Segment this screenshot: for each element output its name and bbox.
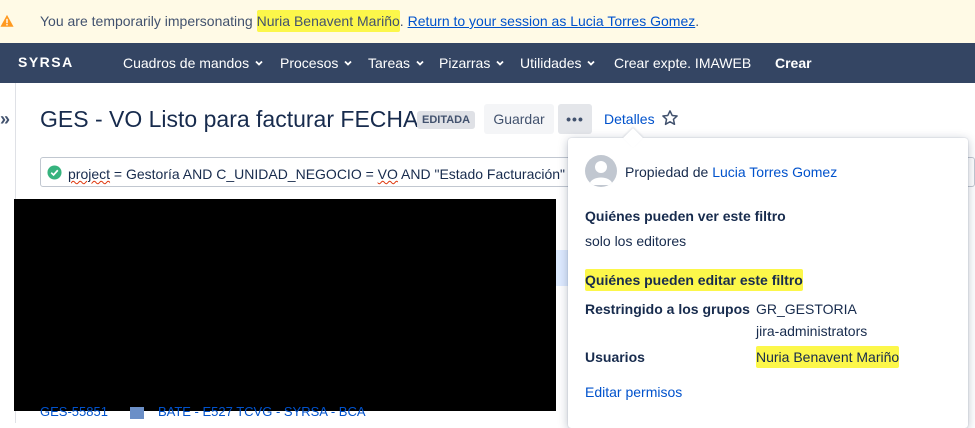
- jql-keyword-project: project: [68, 166, 111, 182]
- users-label: Usuarios: [585, 349, 645, 365]
- jql-part: AND "Estado Facturación" =: [397, 166, 578, 182]
- group-item: jira-administrators: [756, 323, 868, 339]
- expand-sidebar-icon[interactable]: »: [0, 109, 10, 130]
- owner-link[interactable]: Lucia Torres Gomez: [712, 164, 837, 180]
- user-avatar-icon: [589, 161, 613, 185]
- impersonated-user: Nuria Benavent Mariño: [256, 10, 400, 32]
- filter-title: GES - VO Listo para facturar FECHA: [40, 106, 419, 132]
- nav-tareas[interactable]: Tareas: [368, 55, 424, 71]
- user-item: Nuria Benavent Mariño: [756, 346, 900, 368]
- issue-summary[interactable]: BATE - E527 TCVG - SYRSA - BCA: [158, 404, 366, 419]
- filter-details-popup: Propiedad de Lucia Torres Gomez Quiénes …: [568, 128, 968, 428]
- avatar: [585, 155, 617, 187]
- jql-query-text: project = Gestoría AND C_UNIDAD_NEGOCIO …: [68, 166, 577, 182]
- return-session-link[interactable]: Return to your session as Lucia Torres G…: [408, 13, 696, 29]
- chevron-down-icon: [496, 60, 504, 66]
- banner-prefix: You are temporarily impersonating: [40, 13, 253, 29]
- top-nav: SYRSA Cuadros de mandos Procesos Tareas …: [0, 43, 975, 83]
- filter-owner: Propiedad de Lucia Torres Gomez: [625, 164, 837, 180]
- jql-value-vo: VO: [377, 166, 398, 182]
- impersonation-banner: You are temporarily impersonating Nuria …: [0, 0, 975, 43]
- issue-type-icon: [129, 406, 144, 419]
- nav-item-label: Procesos: [280, 55, 339, 71]
- user-item-name: Nuria Benavent Mariño: [756, 346, 900, 368]
- group-item: GR_GESTORIA: [756, 301, 857, 317]
- star-icon[interactable]: [661, 109, 679, 127]
- nav-utilidades[interactable]: Utilidades: [520, 55, 596, 71]
- edited-badge: EDITADA: [417, 111, 476, 129]
- chevron-down-icon: [416, 60, 424, 66]
- popup-arrow: [623, 128, 643, 148]
- banner-message: You are temporarily impersonating Nuria …: [40, 10, 700, 32]
- result-row[interactable]: GES-55851 BATE - E527 TCVG - SYRSA - BCA: [40, 404, 366, 419]
- edit-permissions-heading-text: Quiénes pueden editar este filtro: [585, 269, 803, 291]
- nav-item-label: Pizarras: [439, 55, 491, 71]
- nav-item-label: Utilidades: [520, 55, 582, 71]
- chevron-down-icon: [587, 60, 596, 66]
- save-button[interactable]: Guardar: [484, 104, 554, 134]
- view-permissions-value: solo los editores: [585, 233, 687, 249]
- nav-procesos[interactable]: Procesos: [280, 55, 352, 71]
- check-circle-icon: [47, 165, 62, 180]
- groups-label: Restringido a los grupos: [585, 301, 750, 317]
- warning-icon: [0, 14, 14, 27]
- more-actions-button[interactable]: •••: [558, 104, 592, 134]
- nav-crear-expte-imaweb[interactable]: Crear expte. IMAWEB: [614, 55, 751, 71]
- nav-item-label: Tareas: [368, 55, 411, 71]
- chevron-down-icon: [255, 60, 263, 66]
- jql-part: = Gestoría AND C_UNIDAD_NEGOCIO =: [110, 166, 378, 182]
- owner-prefix: Propiedad de: [625, 164, 709, 180]
- nav-cuadros-de-mandos[interactable]: Cuadros de mandos: [123, 55, 263, 71]
- edit-permissions-heading: Quiénes pueden editar este filtro: [585, 269, 803, 291]
- chevron-down-icon: [344, 60, 352, 66]
- banner-period: .: [399, 13, 404, 29]
- redacted-results: [14, 199, 556, 411]
- edit-permissions-link[interactable]: Editar permisos: [585, 384, 682, 400]
- create-button[interactable]: Crear: [775, 55, 812, 71]
- nav-pizarras[interactable]: Pizarras: [439, 55, 504, 71]
- view-permissions-heading: Quiénes pueden ver este filtro: [585, 208, 786, 224]
- banner-suffix: .: [695, 13, 700, 29]
- app-logo[interactable]: SYRSA: [18, 54, 74, 70]
- details-link[interactable]: Detalles: [604, 111, 655, 127]
- nav-item-label: Cuadros de mandos: [123, 55, 250, 71]
- issue-key[interactable]: GES-55851: [40, 404, 108, 419]
